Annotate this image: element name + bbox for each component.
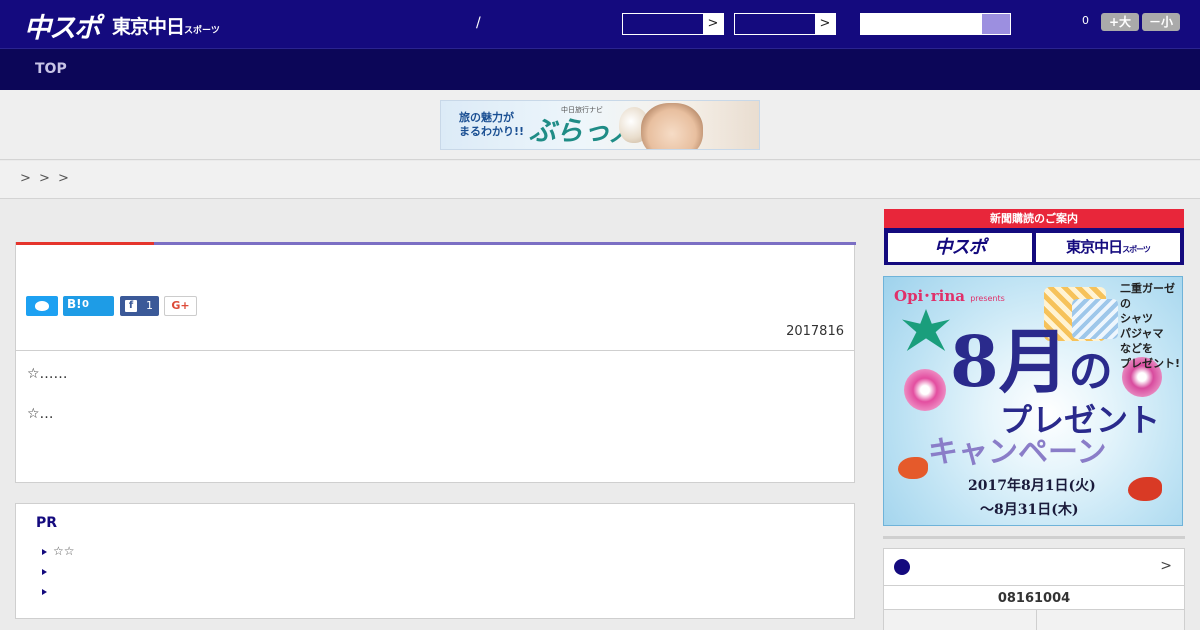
article-divider bbox=[16, 350, 854, 351]
hatena-count: 0 bbox=[82, 299, 89, 310]
hatena-bookmark-button[interactable]: B! 0 bbox=[63, 296, 114, 316]
sidebar-divider bbox=[883, 536, 1185, 539]
facebook-share-button[interactable]: f 1 bbox=[120, 296, 159, 316]
ad-band: 旅の魅力が まるわかり!! ぶらっ人 中日旅行ナビ bbox=[0, 90, 1200, 160]
subscription-header[interactable]: 新聞購読のご案内 bbox=[884, 209, 1184, 228]
article-card: B! 0 f 1 G+ 2017816 ☆…… ☆… bbox=[15, 242, 856, 483]
schedule-row-split bbox=[1036, 610, 1037, 630]
ad-brand-small: 中日旅行ナビ bbox=[561, 106, 603, 114]
baseball-icon bbox=[894, 559, 910, 575]
article-top-rule bbox=[16, 242, 856, 245]
pr-title: PR bbox=[36, 515, 58, 531]
search-input[interactable] bbox=[860, 13, 1011, 35]
subscribe-tokyo-small: スポーツ bbox=[1122, 245, 1151, 254]
twitter-bird-icon bbox=[35, 301, 49, 311]
august-present-campaign-ad[interactable]: Opi･rina presents 二重ガーゼの シャツ パジャマ などを プレ… bbox=[883, 276, 1183, 526]
campaign-date-end: 〜8月31日(木) bbox=[980, 502, 1079, 518]
font-smaller-button[interactable]: －小 bbox=[1142, 13, 1180, 31]
travel-banner-ad[interactable]: 旅の魅力が まるわかり!! ぶらっ人 中日旅行ナビ bbox=[440, 100, 760, 150]
pr-box: PR ☆☆ bbox=[15, 503, 855, 619]
search-button[interactable] bbox=[982, 14, 1010, 34]
breadcrumb-separator: > bbox=[20, 171, 31, 186]
subscribe-chuspo-button[interactable]: 中スポ bbox=[888, 233, 1032, 262]
chuspo-logo[interactable]: 中スポ bbox=[24, 6, 101, 45]
pr-item-text: ☆☆ bbox=[53, 544, 75, 558]
select-1-arrow-icon: > bbox=[703, 14, 723, 34]
maple-leaf-icon bbox=[902, 309, 950, 351]
tokyo-chunichi-logo-text: 東京中日 bbox=[112, 16, 185, 38]
woman-photo bbox=[641, 103, 703, 149]
font-larger-button[interactable]: +大 bbox=[1101, 13, 1139, 31]
article-body-line: ☆… bbox=[27, 406, 54, 422]
breadcrumb-separator: > bbox=[39, 171, 50, 186]
font-size-count: 0 bbox=[1082, 14, 1089, 27]
campaign-date-start: 2017年8月1日(火) bbox=[968, 478, 1096, 494]
schedule-row bbox=[884, 609, 1184, 630]
tokyo-chunichi-logo[interactable]: 東京中日スポーツ bbox=[112, 12, 220, 39]
site-header: 中スポ 東京中日スポーツ / > > 0 +大 －小 bbox=[0, 0, 1200, 48]
article-date: 2017816 bbox=[786, 324, 844, 339]
campaign-brand-text: Opi･rina bbox=[894, 287, 965, 305]
google-plus-button[interactable]: G+ bbox=[164, 296, 197, 316]
header-slash: / bbox=[476, 15, 481, 31]
facebook-icon: f bbox=[125, 300, 137, 312]
select-2-arrow-icon: > bbox=[815, 14, 835, 34]
schedule-divider bbox=[884, 585, 1184, 586]
subscribe-tokyo-text: 東京中日 bbox=[1066, 238, 1123, 256]
pr-list-item[interactable] bbox=[42, 584, 53, 598]
campaign-brand: Opi･rina presents bbox=[894, 285, 1005, 306]
facebook-count: 1 bbox=[146, 299, 153, 312]
campaign-subtitle: キャンペーン bbox=[928, 435, 1107, 470]
tokyo-chunichi-logo-small: スポーツ bbox=[184, 26, 220, 36]
campaign-gift-text: 二重ガーゼの シャツ パジャマ などを プレゼント! bbox=[1120, 282, 1181, 370]
breadcrumb: > > > bbox=[0, 161, 1200, 199]
twitter-share-button[interactable] bbox=[26, 296, 58, 316]
goldfish-icon bbox=[1128, 477, 1162, 501]
breadcrumb-separator: > bbox=[58, 171, 69, 186]
article-top-rule-accent bbox=[16, 242, 154, 245]
campaign-big-title-small: の bbox=[1068, 346, 1113, 397]
schedule-more-link[interactable]: > bbox=[1160, 558, 1172, 574]
main-nav: TOP bbox=[0, 48, 1200, 90]
morning-glory-icon bbox=[904, 369, 946, 411]
campaign-big-title-text: 8月 bbox=[950, 320, 1069, 403]
hatena-icon: B! bbox=[67, 297, 82, 311]
triangle-bullet-icon bbox=[42, 548, 47, 555]
nav-item-top[interactable]: TOP bbox=[35, 61, 67, 77]
pr-list-item[interactable] bbox=[42, 564, 53, 578]
subscription-box: 新聞購読のご案内 中スポ 東京中日スポーツ bbox=[884, 209, 1184, 265]
campaign-brand-small: presents bbox=[970, 294, 1005, 303]
article-body-line: ☆…… bbox=[27, 366, 68, 382]
subscribe-tokyo-chunichi-button[interactable]: 東京中日スポーツ bbox=[1036, 233, 1180, 262]
header-select-1[interactable]: > bbox=[622, 13, 724, 35]
triangle-bullet-icon bbox=[42, 568, 47, 575]
triangle-bullet-icon bbox=[42, 588, 47, 595]
schedule-date: 08161004 bbox=[997, 591, 1071, 606]
ad-tagline: 旅の魅力が まるわかり!! bbox=[459, 111, 525, 138]
goldfish-icon bbox=[898, 457, 928, 479]
pr-list-item[interactable]: ☆☆ bbox=[42, 544, 75, 558]
header-select-2[interactable]: > bbox=[734, 13, 836, 35]
schedule-widget: > 08161004 bbox=[883, 548, 1185, 630]
